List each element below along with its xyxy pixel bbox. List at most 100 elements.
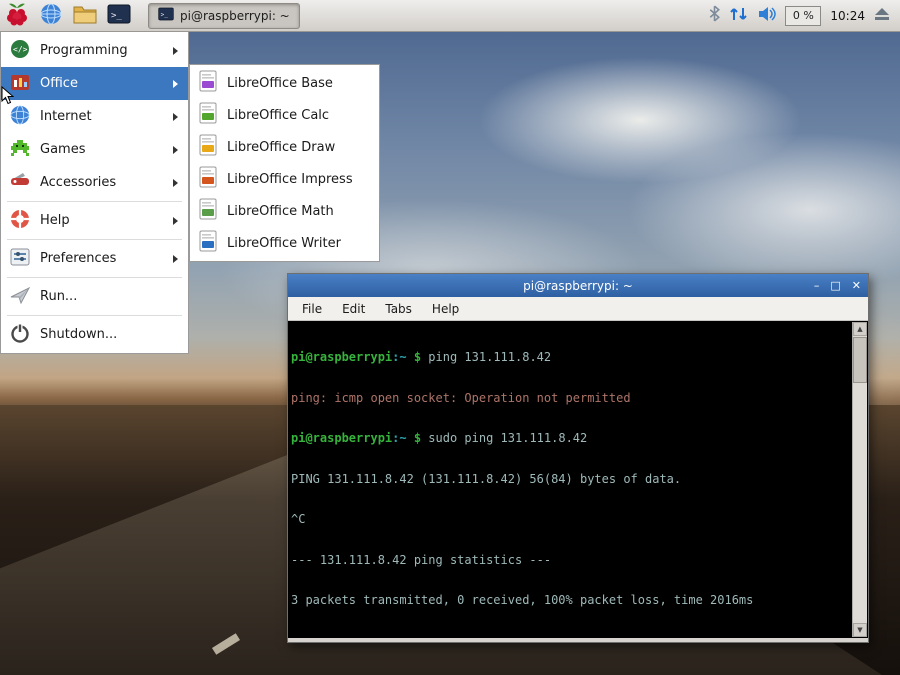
bluetooth-icon[interactable] [709, 5, 720, 26]
scrollbar-down-arrow-icon[interactable]: ▼ [853, 623, 867, 637]
terminal-line-blank [291, 635, 851, 637]
submenu-arrow-icon [173, 47, 178, 55]
submenu-arrow-icon [173, 217, 178, 225]
scrollbar-up-arrow-icon[interactable]: ▲ [853, 322, 867, 336]
office-submenu: LibreOffice Base LibreOffice Calc LibreO… [189, 64, 380, 262]
submenu-item-label: LibreOffice Impress [227, 172, 353, 187]
paper-plane-icon [9, 284, 31, 310]
menu-item-label: Run... [40, 289, 178, 304]
submenu-item-label: LibreOffice Math [227, 204, 334, 219]
terminal-line: PING 131.111.8.42 (131.111.8.42) 56(84) … [291, 473, 851, 487]
menu-item-label: Internet [40, 109, 164, 124]
terminal-menubar: File Edit Tabs Help [288, 297, 868, 321]
menu-launcher-button[interactable] [2, 2, 32, 30]
submenu-arrow-icon [173, 113, 178, 121]
terminal-line: ping: icmp open socket: Operation not pe… [291, 392, 851, 406]
terminal-line: pi@raspberrypi:~ $ ping 131.111.8.42 [291, 351, 851, 365]
menu-item-preferences[interactable]: Preferences [1, 242, 188, 275]
submenu-arrow-icon [173, 80, 178, 88]
submenu-item-label: LibreOffice Base [227, 76, 333, 91]
menu-separator [7, 315, 182, 316]
window-titlebar[interactable]: pi@raspberrypi: ~ – □ ✕ [288, 274, 868, 297]
submenu-item-libreoffice-writer[interactable]: LibreOffice Writer [190, 227, 379, 259]
terminal-line: ^C [291, 513, 851, 527]
clock[interactable]: 10:24 [830, 9, 865, 23]
menu-item-run[interactable]: Run... [1, 280, 188, 313]
prompt-dollar: $ [407, 350, 429, 364]
terminal-viewport[interactable]: pi@raspberrypi:~ $ ping 131.111.8.42 pin… [288, 321, 868, 638]
libreoffice-writer-icon [198, 230, 218, 256]
window-title: pi@raspberrypi: ~ [288, 279, 868, 293]
submenu-item-libreoffice-calc[interactable]: LibreOffice Calc [190, 99, 379, 131]
submenu-arrow-icon [173, 179, 178, 187]
output-text: 3 packets transmitted, 0 received, 100% … [291, 593, 753, 607]
submenu-item-libreoffice-math[interactable]: LibreOffice Math [190, 195, 379, 227]
menu-item-label: Games [40, 142, 164, 157]
menu-item-label: Shutdown... [40, 327, 178, 342]
output-text: ping: icmp open socket: Operation not pe… [291, 391, 631, 405]
eject-icon[interactable] [874, 6, 890, 25]
submenu-arrow-icon [173, 146, 178, 154]
command-text: ping 131.111.8.42 [428, 350, 551, 364]
libreoffice-draw-icon [198, 134, 218, 160]
libreoffice-base-icon [198, 70, 218, 96]
menu-item-label: Programming [40, 43, 164, 58]
power-icon [9, 322, 31, 348]
menu-file[interactable]: File [292, 302, 332, 316]
menu-item-label: Help [40, 213, 164, 228]
window-bottom-frame [288, 638, 868, 642]
cpu-monitor[interactable]: 0 % [785, 6, 821, 26]
prompt-path: :~ [392, 350, 406, 364]
menu-edit[interactable]: Edit [332, 302, 375, 316]
close-button[interactable]: ✕ [852, 280, 861, 291]
file-manager-button[interactable] [70, 2, 100, 30]
network-traffic-icon[interactable] [729, 6, 749, 26]
submenu-item-libreoffice-draw[interactable]: LibreOffice Draw [190, 131, 379, 163]
submenu-item-libreoffice-impress[interactable]: LibreOffice Impress [190, 163, 379, 195]
terminal-line: --- 131.111.8.42 ping statistics --- [291, 554, 851, 568]
prompt-user: pi@raspberrypi [291, 350, 392, 364]
menu-item-help[interactable]: Help [1, 204, 188, 237]
terminal-output: pi@raspberrypi:~ $ ping 131.111.8.42 pin… [291, 324, 851, 636]
menu-item-office[interactable]: Office [1, 67, 188, 100]
submenu-arrow-icon [173, 255, 178, 263]
space-invader-icon [9, 137, 31, 163]
web-browser-button[interactable] [36, 2, 66, 30]
taskbar: >_ >_ pi@raspberrypi: ~ [0, 0, 900, 32]
taskbar-tray: 0 % 10:24 [709, 5, 900, 26]
submenu-item-libreoffice-base[interactable]: LibreOffice Base [190, 67, 379, 99]
menu-tabs[interactable]: Tabs [375, 302, 422, 316]
menu-separator [7, 239, 182, 240]
task-button-label: pi@raspberrypi: ~ [180, 9, 290, 23]
scrollbar-thumb[interactable] [853, 337, 867, 383]
maximize-button[interactable]: □ [830, 280, 840, 291]
submenu-item-label: LibreOffice Calc [227, 108, 329, 123]
prompt-dollar: $ [407, 431, 429, 445]
menu-item-internet[interactable]: Internet [1, 100, 188, 133]
prompt-path: :~ [392, 431, 406, 445]
libreoffice-math-icon [198, 198, 218, 224]
lifebuoy-icon [9, 208, 31, 234]
mouse-cursor-icon [1, 86, 14, 109]
terminal-scrollbar[interactable]: ▲ ▼ [852, 322, 867, 637]
menu-item-programming[interactable]: </> Programming [1, 34, 188, 67]
taskbar-task-terminal[interactable]: >_ pi@raspberrypi: ~ [148, 3, 300, 29]
minimize-button[interactable]: – [814, 280, 820, 291]
menu-item-games[interactable]: Games [1, 133, 188, 166]
libreoffice-impress-icon [198, 166, 218, 192]
output-text: PING 131.111.8.42 (131.111.8.42) 56(84) … [291, 472, 681, 486]
menu-help[interactable]: Help [422, 302, 469, 316]
terminal-icon: >_ [107, 4, 131, 28]
folder-icon [73, 4, 97, 28]
terminal-window: pi@raspberrypi: ~ – □ ✕ File Edit Tabs H… [287, 273, 869, 643]
svg-text:>_: >_ [161, 12, 169, 19]
terminal-launcher-button[interactable]: >_ [104, 2, 134, 30]
cpu-usage-label: 0 % [793, 9, 814, 22]
command-text: sudo ping 131.111.8.42 [428, 431, 587, 445]
raspberry-icon [6, 2, 28, 30]
menu-item-accessories[interactable]: Accessories [1, 166, 188, 199]
terminal-line: 3 packets transmitted, 0 received, 100% … [291, 594, 851, 608]
menu-item-shutdown[interactable]: Shutdown... [1, 318, 188, 351]
menu-item-label: Preferences [40, 251, 164, 266]
volume-icon[interactable] [758, 6, 776, 26]
